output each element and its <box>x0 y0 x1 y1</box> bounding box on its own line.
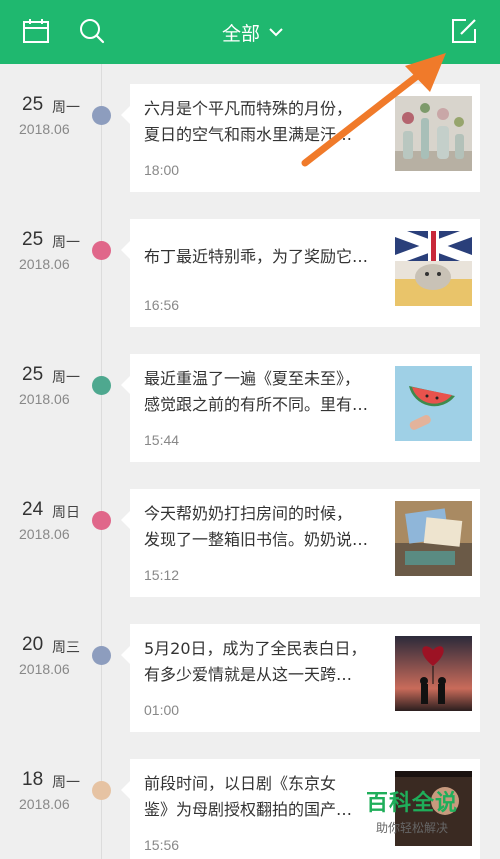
entry-snippet: 六月是个平凡而特殊的月份， 夏日的空气和雨水里满是汗… <box>144 99 353 144</box>
entry-time: 16:56 <box>144 297 180 313</box>
timeline-dot <box>92 511 111 530</box>
entry-day: 18 <box>22 769 44 790</box>
filter-label: 全部 <box>222 22 261 45</box>
entry-weekday: 周一 <box>52 100 80 116</box>
entry-date: 2018.06 <box>19 121 70 137</box>
entry-snippet: 前段时间，以日剧《东京女 鉴》为母剧授权翻拍的国产… <box>144 774 353 819</box>
watermark-title: 百科全说 <box>365 791 458 816</box>
entry-weekday: 周一 <box>52 235 80 251</box>
entry-weekday: 周一 <box>52 370 80 386</box>
entry-time: 01:00 <box>144 702 180 718</box>
letters-photo <box>395 501 472 576</box>
search-icon[interactable] <box>78 17 106 45</box>
entry-snippet: 5月20日，成为了全民表白日， 有多少爱情就是从这一天跨… <box>144 639 367 684</box>
diary-card[interactable]: 5月20日，成为了全民表白日， 有多少爱情就是从这一天跨… 01:00 <box>121 624 480 732</box>
timeline-dot <box>92 376 111 395</box>
timeline-dot <box>92 241 111 260</box>
entry-day: 24 <box>22 499 44 520</box>
timeline-dot <box>92 646 111 665</box>
entry-date: 2018.06 <box>19 796 70 812</box>
watermark-logo: 百科全说 助你轻松解决 <box>362 785 462 836</box>
diary-card[interactable]: 最近重温了一遍《夏至未至》， 感觉跟之前的有所不同。里有… 15:44 <box>121 354 480 462</box>
entry-date: 2018.06 <box>19 256 70 272</box>
entry-day: 25 <box>22 229 44 250</box>
timeline-entry: 25 周一 2018.06 布丁最近特别乖，为了奖励它… 16:56 <box>0 219 500 327</box>
timeline-dot <box>92 106 111 125</box>
entry-day: 25 <box>22 94 44 115</box>
watermelon-photo <box>395 366 472 441</box>
cat-photo <box>395 231 472 306</box>
heart-balloon-photo <box>395 636 472 711</box>
entry-snippet: 最近重温了一遍《夏至未至》， 感觉跟之前的有所不同。里有… <box>144 369 369 414</box>
timeline-entry: 25 周一 2018.06 最近重温了一遍《夏至未至》， 感觉跟之前的有所不同。… <box>0 354 500 462</box>
entry-day: 20 <box>22 634 44 655</box>
timeline-dot <box>92 781 111 800</box>
entry-time: 15:56 <box>144 837 180 853</box>
entry-snippet: 今天帮奶奶打扫房间的时候， 发现了一整箱旧书信。奶奶说… <box>144 504 369 549</box>
entry-time: 18:00 <box>144 162 180 178</box>
diary-card[interactable]: 六月是个平凡而特殊的月份， 夏日的空气和雨水里满是汗… 18:00 <box>121 84 480 192</box>
entry-time: 15:44 <box>144 432 180 448</box>
entry-date: 2018.06 <box>19 661 70 677</box>
watermark-subtitle: 助你轻松解决 <box>375 821 448 835</box>
timeline-entry: 25 周一 2018.06 六月是个平凡而特殊的月份， 夏日的空气和雨水里满是汗… <box>0 84 500 192</box>
entry-date: 2018.06 <box>19 526 70 542</box>
timeline-entry: 24 周日 2018.06 今天帮奶奶打扫房间的时候， 发现了一整箱旧书信。奶奶… <box>0 489 500 597</box>
entry-snippet: 布丁最近特别乖，为了奖励它… <box>144 247 369 266</box>
chevron-down-icon <box>269 28 283 37</box>
entry-weekday: 周一 <box>52 775 80 791</box>
entry-time: 15:12 <box>144 567 180 583</box>
entry-date: 2018.06 <box>19 391 70 407</box>
app-header: 全部 <box>0 0 500 64</box>
diary-card[interactable]: 布丁最近特别乖，为了奖励它… 16:56 <box>121 219 480 327</box>
entry-weekday: 周三 <box>52 640 80 656</box>
diary-card[interactable]: 今天帮奶奶打扫房间的时候， 发现了一整箱旧书信。奶奶说… 15:12 <box>121 489 480 597</box>
entry-weekday: 周日 <box>52 505 80 521</box>
entry-day: 25 <box>22 364 44 385</box>
calendar-icon[interactable] <box>22 17 50 45</box>
timeline-entry: 20 周三 2018.06 5月20日，成为了全民表白日， 有多少爱情就是从这一… <box>0 624 500 732</box>
edit-icon[interactable] <box>450 17 478 45</box>
vases-photo <box>395 96 472 171</box>
filter-dropdown[interactable]: 全部 <box>222 18 284 46</box>
